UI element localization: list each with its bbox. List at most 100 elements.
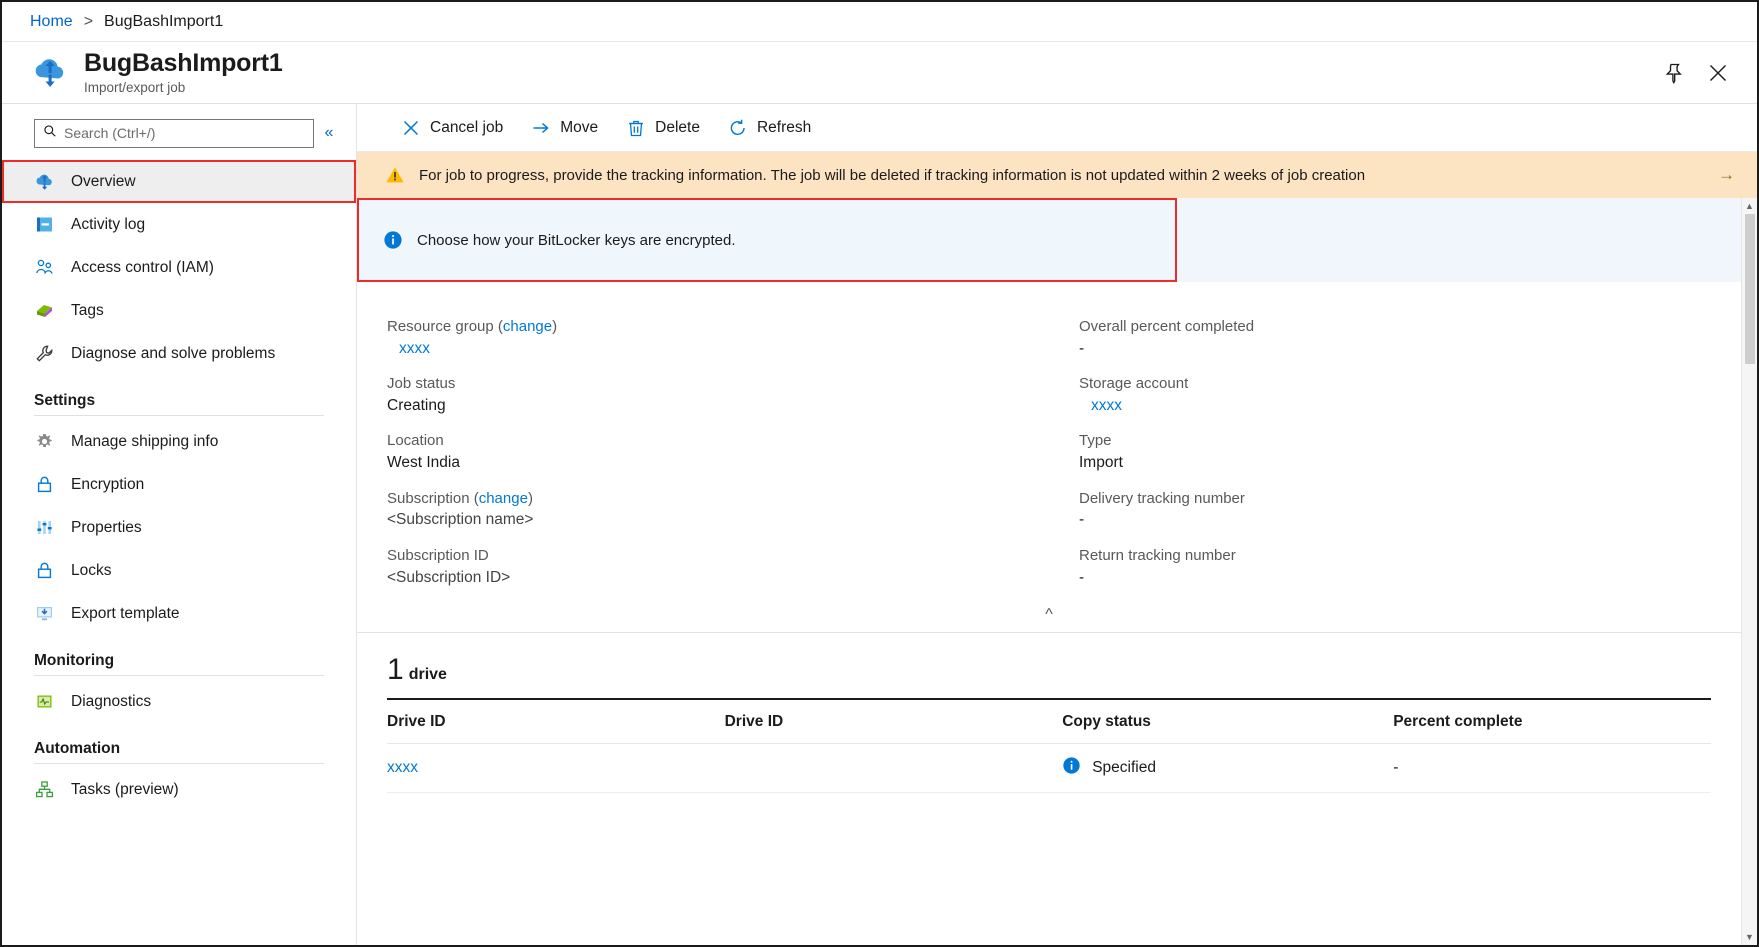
change-subscription-link[interactable]: change xyxy=(479,490,528,507)
sidebar-item-label: Encryption xyxy=(71,476,144,494)
sidebar-item-encryption[interactable]: Encryption xyxy=(2,463,356,506)
sidebar-item-label: Diagnostics xyxy=(71,693,151,711)
blade-body: « Overview xyxy=(2,104,1757,945)
pin-icon[interactable] xyxy=(1663,62,1685,84)
sliders-icon xyxy=(34,517,55,538)
info-banner-text: Choose how your BitLocker keys are encry… xyxy=(417,232,736,249)
sidebar-item-label: Manage shipping info xyxy=(71,433,218,451)
column-header-drive-id-2[interactable]: Drive ID xyxy=(725,699,1063,744)
column-header-drive-id-1[interactable]: Drive ID xyxy=(387,699,725,744)
property-value: <Subscription name> xyxy=(387,509,1049,531)
search-icon xyxy=(43,124,57,142)
property-label: Location xyxy=(387,430,1049,452)
sidebar-item-export-template[interactable]: Export template xyxy=(2,592,356,635)
property-delivery-tracking-number: Delivery tracking number - xyxy=(1079,488,1741,532)
vertical-scrollbar[interactable]: ▲ ▼ xyxy=(1741,198,1757,945)
trash-icon xyxy=(626,118,646,138)
property-label: Resource group (change) xyxy=(387,316,1049,338)
property-subscription: Subscription (change) <Subscription name… xyxy=(387,488,1049,532)
cell-copy-status: Specified xyxy=(1062,744,1393,793)
move-button[interactable]: Move xyxy=(517,110,612,146)
property-label-text: Resource group xyxy=(387,318,494,335)
command-toolbar: Cancel job Move xyxy=(357,104,1757,152)
sidebar-item-manage-shipping-info[interactable]: Manage shipping info xyxy=(2,420,356,463)
search-input[interactable] xyxy=(64,125,305,141)
scroll-down-arrow-icon[interactable]: ▼ xyxy=(1745,929,1754,945)
column-header-percent-complete[interactable]: Percent complete xyxy=(1393,699,1711,744)
properties-collapse-row: ^ xyxy=(357,602,1741,632)
sidebar-item-activity-log[interactable]: Activity log xyxy=(2,203,356,246)
chevron-up-icon[interactable]: ^ xyxy=(1045,606,1053,623)
sidebar-item-diagnostics[interactable]: Diagnostics xyxy=(2,680,356,723)
sidebar-item-properties[interactable]: Properties xyxy=(2,506,356,549)
import-export-cloud-icon xyxy=(34,171,55,192)
property-label: Job status xyxy=(387,373,1049,395)
property-label: Subscription (change) xyxy=(387,488,1049,510)
page-title: BugBashImport1 xyxy=(84,50,1663,76)
blade-title-text: BugBashImport1 Import/export job xyxy=(84,50,1663,94)
property-job-status: Job status Creating xyxy=(387,373,1049,417)
content-scroll-area: Choose how your BitLocker keys are encry… xyxy=(357,198,1741,945)
property-subscription-id: Subscription ID <Subscription ID> xyxy=(387,545,1049,589)
drives-heading: 1 drive xyxy=(387,655,1711,698)
sidebar-section-divider xyxy=(34,763,324,764)
sidebar-item-locks[interactable]: Locks xyxy=(2,549,356,592)
search-box[interactable] xyxy=(34,119,314,148)
sidebar-section-divider xyxy=(34,415,324,416)
properties-column-left: Resource group (change) xxxx Job status … xyxy=(357,316,1049,602)
info-circle-icon xyxy=(383,230,403,250)
resource-group-link[interactable]: xxxx xyxy=(387,338,1049,360)
bitlocker-info-banner[interactable]: Choose how your BitLocker keys are encry… xyxy=(357,198,1177,282)
property-resource-group: Resource group (change) xxxx xyxy=(387,316,1049,360)
toolbar-button-label: Delete xyxy=(655,119,700,137)
scrollbar-thumb[interactable] xyxy=(1745,214,1755,364)
sidebar-item-access-control[interactable]: Access control (IAM) xyxy=(2,246,356,289)
property-label: Subscription ID xyxy=(387,545,1049,567)
info-banner-strip: Choose how your BitLocker keys are encry… xyxy=(357,198,1741,282)
column-header-copy-status[interactable]: Copy status xyxy=(1062,699,1393,744)
close-icon[interactable] xyxy=(1707,62,1729,84)
properties-column-right: Overall percent completed - Storage acco… xyxy=(1049,316,1741,602)
cancel-job-button[interactable]: Cancel job xyxy=(387,110,517,146)
scroll-up-arrow-icon[interactable]: ▲ xyxy=(1745,198,1754,214)
warning-banner-arrow[interactable]: → xyxy=(1718,165,1735,185)
drive-id-link[interactable]: xxxx xyxy=(387,759,418,776)
property-return-tracking-number: Return tracking number - xyxy=(1079,545,1741,589)
breadcrumb-home-link[interactable]: Home xyxy=(30,13,73,31)
sidebar-item-label: Access control (IAM) xyxy=(71,259,214,277)
arrow-right-icon xyxy=(531,118,551,138)
breadcrumb: Home > BugBashImport1 xyxy=(2,2,1757,42)
sidebar-item-overview[interactable]: Overview xyxy=(2,160,356,203)
property-value: Import xyxy=(1079,452,1741,474)
drives-count: 1 xyxy=(387,655,404,685)
cell-percent-complete: - xyxy=(1393,744,1711,793)
warning-banner[interactable]: For job to progress, provide the trackin… xyxy=(357,152,1757,198)
refresh-button[interactable]: Refresh xyxy=(714,110,825,146)
sidebar-item-diagnose[interactable]: Diagnose and solve problems xyxy=(2,332,356,375)
sidebar-item-label: Tasks (preview) xyxy=(71,781,179,799)
toolbar-button-label: Refresh xyxy=(757,119,811,137)
sidebar-item-tasks[interactable]: Tasks (preview) xyxy=(2,768,356,811)
storage-account-link[interactable]: xxxx xyxy=(1079,395,1741,417)
property-location: Location West India xyxy=(387,430,1049,474)
change-resource-group-link[interactable]: change xyxy=(503,318,552,335)
sidebar-item-label: Locks xyxy=(71,562,112,580)
tags-icon xyxy=(34,300,55,321)
sidebar-item-tags[interactable]: Tags xyxy=(2,289,356,332)
drives-table: Drive ID Drive ID Copy status Percent co… xyxy=(387,698,1711,793)
import-export-cloud-icon xyxy=(30,53,70,93)
sidebar-collapse-button[interactable]: « xyxy=(314,118,344,148)
main-content: Cancel job Move xyxy=(357,104,1757,945)
sidebar-item-label: Overview xyxy=(71,173,136,191)
lock-icon xyxy=(34,474,55,495)
info-circle-icon xyxy=(1062,756,1081,780)
wrench-icon xyxy=(34,343,55,364)
table-row[interactable]: xxxx xyxy=(387,744,1711,793)
blade-actions xyxy=(1663,62,1735,84)
property-value: - xyxy=(1079,509,1741,531)
delete-button[interactable]: Delete xyxy=(612,110,714,146)
property-type: Type Import xyxy=(1079,430,1741,474)
property-label: Type xyxy=(1079,430,1741,452)
activity-log-icon xyxy=(34,214,55,235)
property-label: Delivery tracking number xyxy=(1079,488,1741,510)
